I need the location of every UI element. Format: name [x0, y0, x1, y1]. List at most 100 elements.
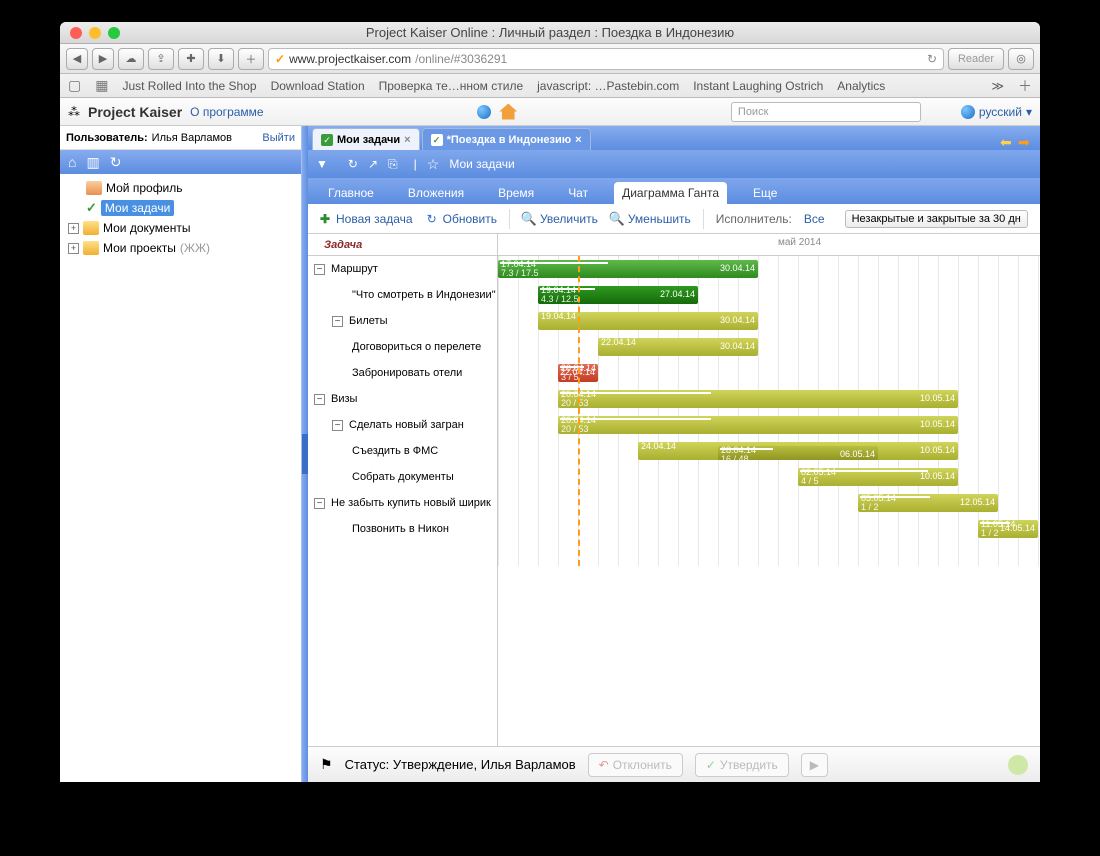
gantt-bar[interactable]: 11.05.141 / 214.05.14 [978, 520, 1038, 538]
gantt-task-row[interactable]: Собрать документы [308, 464, 497, 490]
gantt-bar[interactable]: 20.04.1420 / 5310.05.14 [558, 390, 958, 408]
gantt-task-row[interactable]: −Билеты [308, 308, 497, 334]
gantt-task-row[interactable]: Договориться о перелете [308, 334, 497, 360]
collapse-icon[interactable]: − [314, 264, 325, 275]
bookmark-item[interactable]: Instant Laughing Ostrich [693, 79, 823, 93]
url-bar[interactable]: ✓ www.projectkaiser.com/online/#3036291 … [268, 48, 944, 70]
globe-icon[interactable] [477, 105, 491, 119]
about-link[interactable]: О программе [190, 105, 263, 119]
collapse-icon[interactable]: − [314, 498, 325, 509]
zoom-out-button[interactable]: 🔍Уменьшить [610, 212, 691, 226]
bookmark-item[interactable]: Проверка те…нном стиле [379, 79, 524, 93]
expand-icon[interactable]: + [68, 243, 79, 254]
gantt-chart[interactable]: май 2014 17.04.147.3 / 17.530.04.1419.04… [498, 234, 1040, 746]
top-sites-icon[interactable]: ▦ [95, 77, 108, 94]
collapse-icon[interactable]: − [332, 420, 343, 431]
tab-my-tasks[interactable]: ✓ Мои задачи × [312, 128, 420, 150]
dropdown-icon[interactable]: ▼ [316, 157, 328, 171]
gantt-bar[interactable]: 19.04.1430.04.14 [538, 312, 758, 330]
gantt-bar[interactable]: 05.05.141 / 212.05.14 [858, 494, 998, 512]
status-corner-icon[interactable] [1008, 755, 1028, 775]
refresh-icon[interactable]: ↻ [110, 154, 122, 171]
window-maximize-button[interactable] [108, 27, 120, 39]
zoom-in-button[interactable]: 🔍Увеличить [522, 212, 598, 226]
decline-button[interactable]: ↶Отклонить [588, 753, 683, 777]
bookmark-item[interactable]: Analytics [837, 79, 885, 93]
subtab-chat[interactable]: Чат [560, 182, 596, 204]
collapse-icon[interactable]: − [314, 394, 325, 405]
gantt-bar[interactable]: 22.04.1430.04.14 [598, 338, 758, 356]
bookmark-item[interactable]: Download Station [271, 79, 365, 93]
new-task-button[interactable]: ✚Новая задача [318, 212, 413, 226]
subtab-main[interactable]: Главное [320, 182, 382, 204]
bookmarks-overflow[interactable]: ≫ [991, 79, 1004, 93]
gantt-bar[interactable]: 28.04.1416 / 4806.05.14 [718, 446, 878, 460]
url-host: www.projectkaiser.com [289, 52, 411, 66]
downloads-button[interactable]: ⬇ [208, 48, 234, 70]
add-tab-icon[interactable]: ＋ [1018, 76, 1032, 96]
window-minimize-button[interactable] [89, 27, 101, 39]
extension-button[interactable]: ◎ [1008, 48, 1034, 70]
reading-list-icon[interactable]: ▢ [68, 77, 81, 94]
gantt-task-row[interactable]: −Визы [308, 386, 497, 412]
window-close-button[interactable] [70, 27, 82, 39]
gantt-bar[interactable]: 17.04.147.3 / 17.530.04.14 [498, 260, 758, 278]
gantt-task-row[interactable]: −Не забыть купить новый ширик [308, 490, 497, 516]
close-icon[interactable]: × [575, 134, 581, 146]
task-name: Визы [331, 393, 357, 405]
filter-dropdown[interactable]: Незакрытые и закрытые за 30 дн [845, 210, 1028, 228]
reader-button[interactable]: Reader [948, 48, 1004, 70]
close-icon[interactable]: × [404, 134, 410, 146]
share-button[interactable]: ⇪ [148, 48, 174, 70]
next-step-button[interactable]: ▶ [801, 753, 828, 777]
link-icon[interactable]: ⎘ [388, 157, 398, 172]
search-input[interactable]: Поиск [731, 102, 921, 122]
subtab-gantt[interactable]: Диаграмма Ганта [614, 182, 727, 204]
sidebar-item-documents[interactable]: + Мои документы [60, 218, 301, 238]
star-icon[interactable]: ☆ [427, 156, 440, 173]
expand-icon[interactable]: + [68, 223, 79, 234]
bookmark-item[interactable]: Just Rolled Into the Shop [122, 79, 256, 93]
icloud-button[interactable]: ☁ [118, 48, 144, 70]
subtab-more[interactable]: Еще [745, 182, 785, 204]
columns-icon[interactable]: ▥ [86, 154, 99, 171]
bookmark-item[interactable]: javascript: …Pastebin.com [537, 79, 679, 93]
tab-trip[interactable]: ✓ *Поездка в Индонезию × [422, 128, 591, 150]
gantt-task-row[interactable]: −Маршрут [308, 256, 497, 282]
approve-button[interactable]: ✓Утвердить [695, 753, 789, 777]
collapse-icon[interactable]: − [332, 316, 343, 327]
new-tab-button[interactable]: ＋ [238, 48, 264, 70]
gantt-task-row[interactable]: Забронировать отели [308, 360, 497, 386]
app-logo-icon: ⁂ [68, 105, 80, 119]
breadcrumb[interactable]: Мои задачи [449, 157, 514, 171]
nav-forward-button[interactable]: ▶ [92, 48, 114, 70]
gantt-task-row[interactable]: −Сделать новый загран [308, 412, 497, 438]
tab-history-back[interactable]: ⬅ [1000, 134, 1016, 150]
home-icon[interactable] [499, 104, 517, 120]
executor-value[interactable]: Все [804, 212, 825, 226]
user-name: Илья Варламов [152, 132, 232, 144]
gantt-task-row[interactable]: "Что смотреть в Индонезии" [308, 282, 497, 308]
logout-link[interactable]: Выйти [262, 132, 295, 144]
add-bookmark-button[interactable]: ✚ [178, 48, 204, 70]
subtab-attachments[interactable]: Вложения [400, 182, 472, 204]
gantt-task-row[interactable]: Позвонить в Никон [308, 516, 497, 542]
nav-back-button[interactable]: ◀ [66, 48, 88, 70]
sidebar-item-tasks[interactable]: ✓ Мои задачи [60, 198, 301, 218]
home-icon[interactable]: ⌂ [68, 154, 76, 170]
gantt-bar[interactable]: 19.04.144.3 / 12.527.04.14 [538, 286, 698, 304]
gantt-bar[interactable]: 20.04.1420 / 5310.05.14 [558, 416, 958, 434]
language-selector[interactable]: русский ▾ [961, 105, 1032, 119]
sidebar-item-projects[interactable]: + Мои проекты (ЖЖ) [60, 238, 301, 258]
gantt-toolbar: ✚Новая задача ↻Обновить 🔍Увеличить 🔍Умен… [308, 204, 1040, 234]
folder-icon [83, 241, 99, 255]
popout-icon[interactable]: ↗ [368, 157, 378, 171]
refresh-button[interactable]: ↻Обновить [425, 212, 497, 226]
gantt-bar[interactable]: 02.05.144 / 510.05.14 [798, 468, 958, 486]
refresh-icon[interactable]: ↻ [348, 157, 358, 171]
gantt-task-row[interactable]: Съездить в ФМС [308, 438, 497, 464]
sidebar-item-profile[interactable]: Мой профиль [60, 178, 301, 198]
tab-history-forward[interactable]: ➡ [1018, 134, 1034, 150]
subtab-time[interactable]: Время [490, 182, 542, 204]
task-name: Договориться о перелете [352, 341, 481, 353]
